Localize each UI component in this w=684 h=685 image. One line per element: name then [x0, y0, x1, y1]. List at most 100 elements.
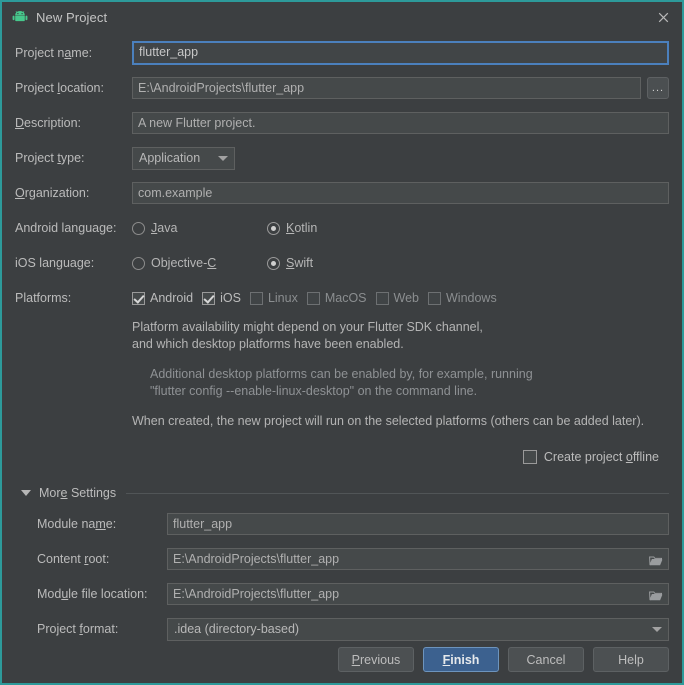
platforms-checkbox-group: Android iOS Linux MacOS Web Windows [132, 291, 669, 305]
project-format-dropdown[interactable]: .idea (directory-based) [167, 617, 669, 641]
help-button[interactable]: Help [593, 647, 669, 672]
content-root-input[interactable]: E:\AndroidProjects\flutter_app [167, 548, 669, 570]
new-project-dialog: New Project Project name: flutter_app Pr… [0, 0, 684, 685]
platforms-label: Platforms: [15, 291, 72, 305]
checkbox-windows[interactable]: Windows [428, 291, 497, 305]
project-location-input[interactable]: E:\AndroidProjects\flutter_app [132, 77, 641, 99]
project-name-input[interactable]: flutter_app [132, 41, 669, 65]
checkbox-macos-label: MacOS [324, 291, 367, 305]
module-file-location-value: E:\AndroidProjects\flutter_app [173, 587, 340, 601]
checkbox-web-label: Web [393, 291, 419, 305]
chevron-down-icon [218, 155, 228, 161]
android-robot-icon [12, 9, 28, 25]
checkbox-indicator [306, 291, 320, 305]
dialog-title: New Project [36, 9, 108, 25]
checkbox-indicator [249, 291, 263, 305]
description-row: Description: A new Flutter project. [15, 112, 669, 134]
content-root-value: E:\AndroidProjects\flutter_app [173, 552, 340, 566]
description-input[interactable]: A new Flutter project. [132, 112, 669, 134]
module-file-location-row: Module file location: E:\AndroidProjects… [37, 583, 669, 605]
radio-kotlin[interactable]: Kotlin [267, 221, 317, 235]
checkbox-create-project-offline-label: Create project offline [543, 450, 659, 464]
module-name-label: Module name: [37, 517, 117, 531]
checkbox-ios-label: iOS [220, 291, 241, 305]
folder-icon[interactable] [649, 588, 663, 601]
module-file-location-label: Module file location: [37, 587, 148, 601]
checkbox-macos[interactable]: MacOS [306, 291, 367, 305]
dialog-button-bar: Previous Finish Cancel Help [338, 647, 669, 672]
radio-objective-c[interactable]: Objective-C [132, 256, 267, 270]
more-settings-toggle[interactable]: More Settings [15, 486, 669, 500]
project-type-row: Project type: Application [15, 146, 669, 170]
project-format-row: Project format: .idea (directory-based) [37, 617, 669, 641]
ios-language-options: Objective-C Swift [132, 256, 669, 270]
radio-swift-label: Swift [286, 256, 314, 270]
dialog-content: Project name: flutter_app Project locati… [2, 32, 682, 683]
checkbox-indicator [522, 450, 537, 464]
checkbox-linux[interactable]: Linux [249, 291, 298, 305]
organization-input[interactable]: com.example [132, 182, 669, 204]
content-root-label: Content root: [37, 552, 110, 566]
radio-indicator [132, 256, 145, 270]
triangle-down-icon [21, 490, 31, 496]
section-divider [126, 492, 669, 494]
info-line-5: When created, the new project will run o… [132, 414, 645, 428]
create-offline-row: Create project offline [15, 450, 669, 464]
platform-info-block: Platform availability might depend on yo… [15, 319, 669, 430]
checkbox-ios[interactable]: iOS [202, 291, 241, 305]
info-line-1: Platform availability might depend on yo… [132, 320, 483, 334]
organization-row: Organization: com.example [15, 182, 669, 204]
close-icon[interactable] [652, 6, 674, 28]
radio-java-label: Java [151, 221, 178, 235]
module-name-input[interactable]: flutter_app [167, 513, 669, 535]
android-language-row: Android language: Java Kotlin [15, 217, 669, 239]
info-line-2: and which desktop platforms have been en… [132, 337, 404, 351]
folder-icon[interactable] [649, 553, 663, 566]
checkbox-windows-label: Windows [446, 291, 497, 305]
project-format-label: Project format: [37, 622, 119, 636]
more-settings-body: Module name: flutter_app Content root: E… [15, 513, 669, 641]
project-name-row: Project name: flutter_app [15, 41, 669, 65]
chevron-down-icon [652, 626, 662, 632]
project-type-value: Application [139, 151, 201, 165]
radio-indicator [267, 256, 280, 270]
project-location-label: Project location: [15, 81, 104, 95]
organization-label: Organization: [15, 186, 90, 200]
checkbox-indicator [428, 291, 441, 305]
dialog-titlebar: New Project [2, 2, 682, 32]
content-root-row: Content root: E:\AndroidProjects\flutter… [37, 548, 669, 570]
radio-java[interactable]: Java [132, 221, 267, 235]
more-settings-label: More Settings [39, 486, 117, 500]
checkbox-indicator [132, 291, 145, 305]
radio-indicator [267, 221, 280, 235]
info-line-4: "flutter config --enable-linux-desktop" … [150, 384, 478, 398]
project-type-label: Project type: [15, 151, 85, 165]
project-location-row: Project location: E:\AndroidProjects\flu… [15, 77, 669, 99]
android-language-options: Java Kotlin [132, 221, 669, 235]
platforms-row: Platforms: Android iOS Linux MacOS Web W… [15, 287, 669, 309]
checkbox-android-label: Android [150, 291, 194, 305]
module-file-location-input[interactable]: E:\AndroidProjects\flutter_app [167, 583, 669, 605]
checkbox-indicator [202, 291, 216, 305]
ios-language-row: iOS language: Objective-C Swift [15, 252, 669, 274]
checkbox-web[interactable]: Web [375, 291, 419, 305]
finish-button[interactable]: Finish [423, 647, 499, 672]
project-type-dropdown[interactable]: Application [132, 146, 235, 170]
android-language-label: Android language: [15, 221, 117, 235]
project-location-browse-button[interactable]: ... [647, 77, 669, 99]
checkbox-indicator [375, 291, 389, 305]
ios-language-label: iOS language: [15, 256, 95, 270]
module-name-row: Module name: flutter_app [37, 513, 669, 535]
radio-indicator [132, 221, 145, 235]
info-line-3: Additional desktop platforms can be enab… [150, 367, 533, 381]
checkbox-create-project-offline[interactable]: Create project offline [522, 450, 659, 464]
cancel-button[interactable]: Cancel [508, 647, 584, 672]
project-name-label: Project name: [15, 46, 93, 60]
previous-button[interactable]: Previous [338, 647, 414, 672]
radio-swift[interactable]: Swift [267, 256, 313, 270]
project-format-value: .idea (directory-based) [174, 622, 300, 636]
radio-kotlin-label: Kotlin [286, 221, 318, 235]
checkbox-android[interactable]: Android [132, 291, 193, 305]
checkbox-linux-label: Linux [267, 291, 298, 305]
description-label: Description: [15, 116, 82, 130]
